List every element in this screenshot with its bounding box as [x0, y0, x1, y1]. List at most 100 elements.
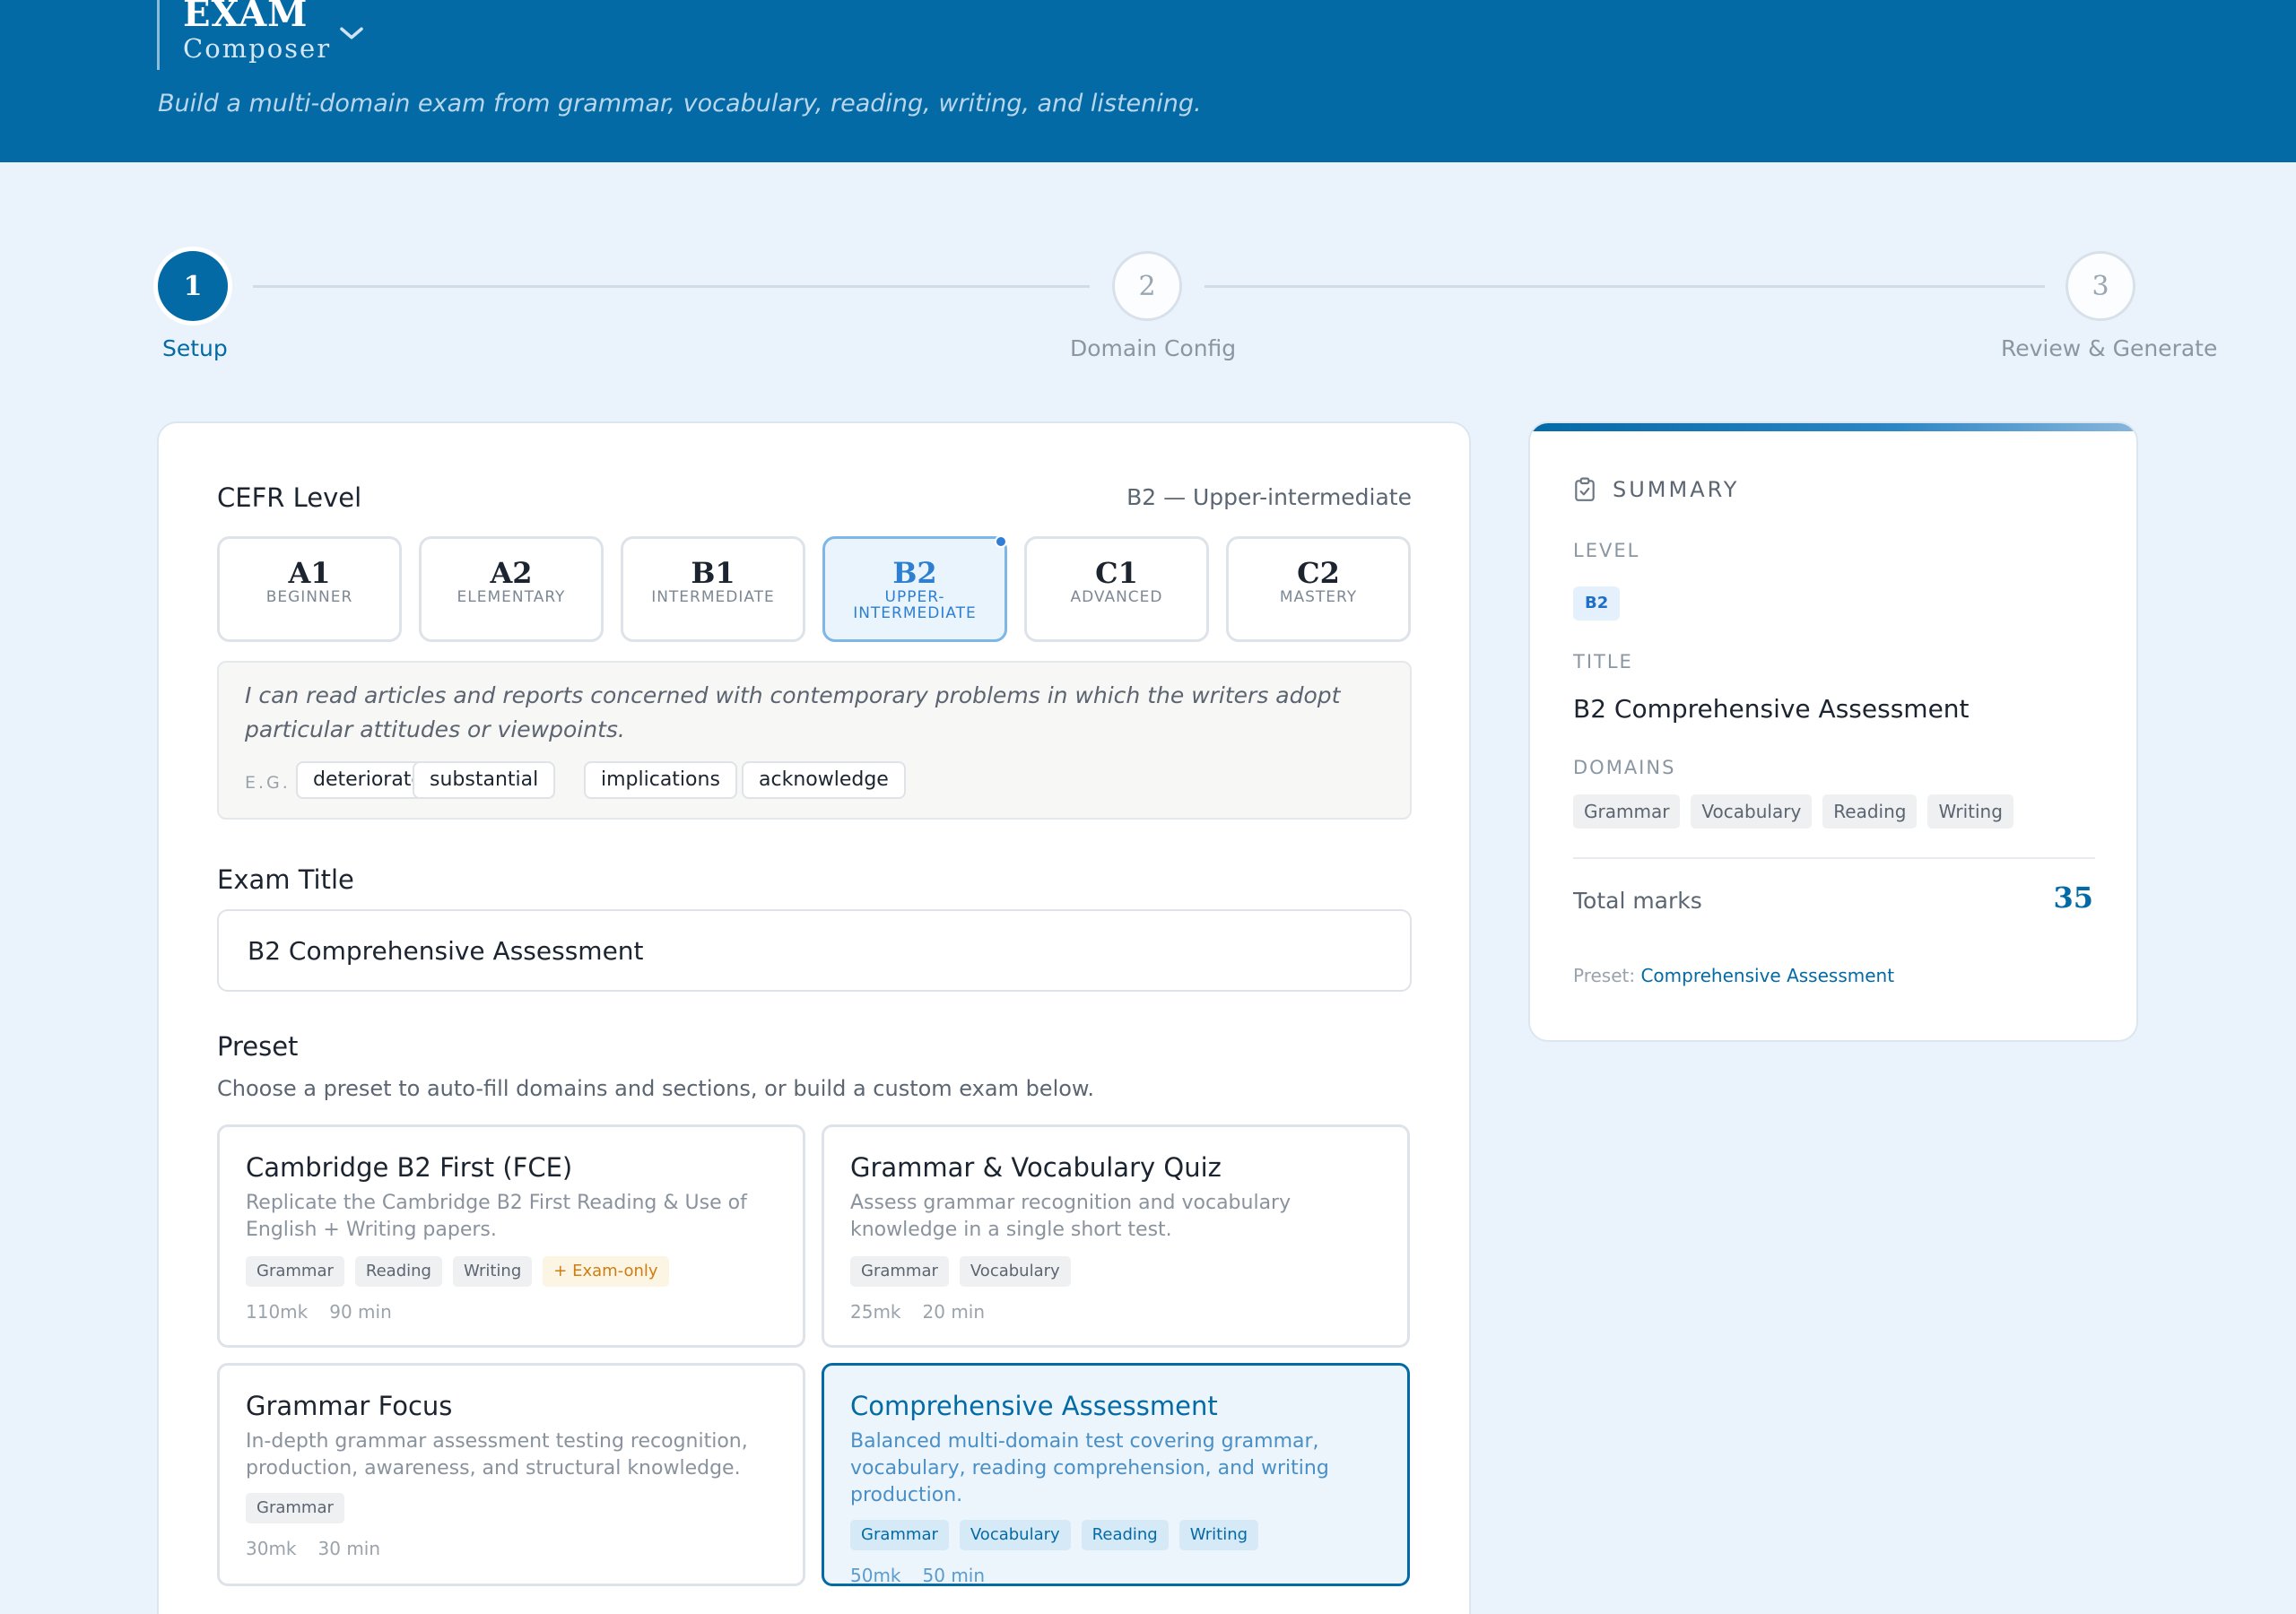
preset-card-grammar-vocab-quiz[interactable]: Grammar & Vocabulary Quiz Assess grammar…	[822, 1124, 1410, 1348]
preset-card-comprehensive-assessment[interactable]: Comprehensive Assessment Balanced multi-…	[822, 1363, 1410, 1586]
step-connector	[253, 285, 1090, 288]
level-name: ELEMENTARY	[457, 588, 566, 606]
step-1-number: 1	[183, 270, 203, 302]
step-connector	[1205, 285, 2045, 288]
level-option-a1[interactable]: A1 BEGINNER	[217, 536, 402, 642]
level-option-c1[interactable]: C1 ADVANCED	[1024, 536, 1209, 642]
summary-domain-tags: Grammar Vocabulary Reading Writing	[1573, 794, 2013, 829]
level-code: C2	[1297, 556, 1340, 590]
tagline: Build a multi-domain exam from grammar, …	[158, 90, 1202, 117]
level-option-a2[interactable]: A2 ELEMENTARY	[419, 536, 604, 642]
preset-subtitle: Choose a preset to auto-fill domains and…	[217, 1076, 1094, 1101]
can-do-text: I can read articles and reports concerne…	[245, 682, 1341, 742]
brand-subtitle: Composer	[183, 33, 332, 64]
app-header: EXAM Composer Build a multi-domain exam …	[0, 0, 2296, 162]
summary-title-value: B2 Comprehensive Assessment	[1573, 694, 1970, 724]
preset-description: Assess grammar recognition and vocabular…	[850, 1192, 1292, 1241]
level-name: MASTERY	[1279, 588, 1358, 606]
preset-marks: 110mk	[246, 1301, 309, 1323]
total-marks-value: 35	[2053, 881, 2093, 915]
level-option-b2[interactable]: B2 UPPER-INTERMEDIATE	[822, 535, 1007, 642]
preset-card-cambridge-fce[interactable]: Cambridge B2 First (FCE) Replicate the C…	[217, 1124, 805, 1348]
domain-tag: Writing	[452, 1256, 533, 1287]
level-option-c2[interactable]: C2 MASTERY	[1226, 536, 1411, 642]
preset-name: Grammar Focus	[246, 1391, 453, 1421]
preset-marks: 25mk	[850, 1301, 901, 1323]
preset-name: Cambridge B2 First (FCE)	[246, 1152, 573, 1183]
preset-meta: 110mk 90 min	[246, 1301, 392, 1323]
preset-marks: 50mk	[850, 1565, 901, 1586]
chevron-down-icon[interactable]	[335, 16, 369, 50]
preset-tags: Grammar Reading Writing + Exam-only	[246, 1256, 669, 1287]
preset-description: Balanced multi-domain test covering gram…	[850, 1430, 1329, 1506]
summary-domains-label: DOMAINS	[1573, 757, 1676, 778]
summary-preset-link[interactable]: Comprehensive Assessment	[1640, 965, 1894, 986]
step-1-circle[interactable]: 1	[158, 251, 228, 321]
summary-level-badge: B2	[1573, 586, 1621, 620]
preset-name: Grammar & Vocabulary Quiz	[850, 1152, 1222, 1183]
level-code: A1	[288, 556, 331, 590]
exam-title-label: Exam Title	[217, 864, 354, 895]
domain-tag: Grammar	[246, 1493, 344, 1523]
preset-tags: Grammar	[246, 1493, 344, 1523]
step-2-circle[interactable]: 2	[1112, 251, 1182, 321]
preset-time: 30 min	[317, 1538, 381, 1559]
preset-card-grammar-focus[interactable]: Grammar Focus In-depth grammar assessmen…	[217, 1363, 805, 1586]
cefr-level-heading: CEFR Level	[217, 482, 362, 513]
summary-divider	[1573, 857, 2095, 859]
preset-tags: Grammar Vocabulary Reading Writing	[850, 1520, 1259, 1550]
selected-indicator	[995, 535, 1007, 548]
summary-level-label: LEVEL	[1573, 540, 1640, 561]
domain-tag: Grammar	[850, 1256, 949, 1287]
step-1-label: Setup	[162, 335, 228, 361]
preset-description: Replicate the Cambridge B2 First Reading…	[246, 1192, 747, 1241]
level-option-b1[interactable]: B1 INTERMEDIATE	[621, 536, 805, 642]
exam-title-input[interactable]	[217, 909, 1412, 992]
can-do-statement: I can read articles and reports concerne…	[217, 661, 1412, 820]
preset-meta: 50mk 50 min	[850, 1565, 985, 1586]
domain-tag: Vocabulary	[959, 1256, 1071, 1287]
exam-only-tag: + Exam-only	[543, 1256, 669, 1287]
level-name: BEGINNER	[265, 588, 353, 606]
level-code: B2	[892, 556, 937, 590]
preset-name: Comprehensive Assessment	[850, 1391, 1218, 1421]
summary-heading: SUMMARY	[1613, 477, 1740, 502]
domain-tag: Reading	[1081, 1520, 1169, 1550]
example-word-chip: substantial	[413, 761, 556, 799]
preset-time: 90 min	[329, 1301, 392, 1323]
step-2-number: 2	[1138, 270, 1156, 302]
preset-meta: 30mk 30 min	[246, 1538, 380, 1559]
domain-tag: Grammar	[850, 1520, 949, 1550]
level-name: INTERMEDIATE	[651, 588, 775, 606]
domain-tag: Reading	[1822, 794, 1918, 829]
brand[interactable]: EXAM Composer	[157, 0, 363, 70]
selected-level-readout: B2 — Upper-intermediate	[1126, 484, 1412, 510]
level-code: B1	[691, 556, 735, 590]
domain-tag: Writing	[1927, 794, 2013, 829]
step-3-circle[interactable]: 3	[2066, 251, 2135, 321]
summary-header: SUMMARY	[1573, 477, 1739, 502]
example-word-chip: implications	[584, 761, 737, 799]
step-2-label: Domain Config	[1070, 335, 1237, 361]
domain-tag: Writing	[1178, 1520, 1259, 1550]
level-code: C1	[1095, 556, 1138, 590]
summary-card: SUMMARY LEVEL B2 TITLE B2 Comprehensive …	[1528, 421, 2138, 1042]
examples-label: E.G.	[245, 773, 291, 793]
preset-time: 20 min	[922, 1301, 986, 1323]
preset-time: 50 min	[922, 1565, 986, 1586]
brand-title: EXAM	[183, 0, 309, 35]
domain-tag: Vocabulary	[1691, 794, 1813, 829]
summary-accent-bar	[1530, 423, 2136, 431]
domain-tag: Grammar	[246, 1256, 344, 1287]
summary-preset: Preset: Comprehensive Assessment	[1573, 965, 1894, 986]
level-code: A2	[490, 556, 533, 590]
clipboard-check-icon	[1575, 477, 1595, 501]
domain-tag: Reading	[354, 1256, 442, 1287]
summary-title-label: TITLE	[1573, 651, 1633, 672]
example-word-chip: acknowledge	[742, 761, 906, 799]
domain-tag: Vocabulary	[959, 1520, 1071, 1550]
domain-tag: Grammar	[1573, 794, 1681, 829]
level-name: UPPER-INTERMEDIATE	[853, 588, 977, 622]
preset-meta: 25mk 20 min	[850, 1301, 985, 1323]
step-3-label: Review & Generate	[2001, 335, 2218, 361]
